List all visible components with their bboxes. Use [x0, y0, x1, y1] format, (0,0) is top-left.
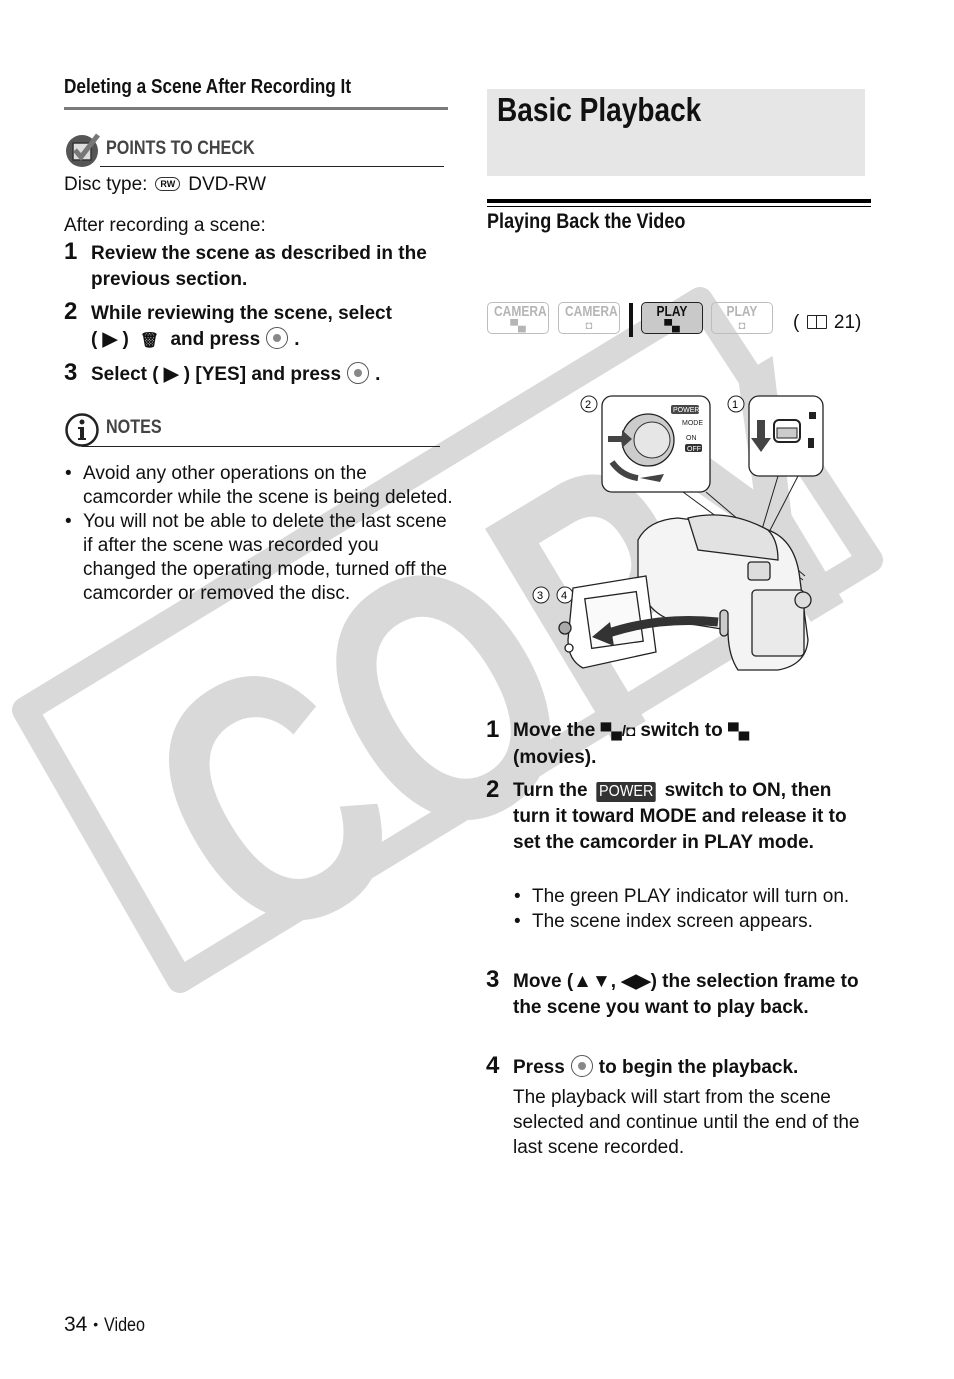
step-number: 2 — [64, 298, 78, 325]
mode-label: CAMERA — [565, 303, 618, 320]
photo-icon: ◘ — [585, 320, 593, 332]
step-text-part: Select ( ▶ ) [YES] and press — [91, 364, 342, 385]
callout-2: 2 — [585, 399, 591, 411]
off-label-text: OFF — [687, 446, 701, 453]
joystick-button-icon — [570, 1055, 593, 1077]
subsection-heading: Playing Back the Video — [487, 210, 686, 233]
trash-icon: 🗑 — [140, 332, 160, 349]
step-text: Select ( ▶ ) [YES] and press. — [91, 362, 451, 388]
step-note: The green PLAY indicator will turn on. — [513, 884, 873, 909]
mode-camera-movie: CAMERA ▀▄ — [487, 302, 549, 334]
period: . — [375, 364, 381, 385]
step-text-part: switch to — [640, 720, 723, 741]
callout-3: 3 — [537, 590, 543, 602]
page-number: 34 — [64, 1313, 88, 1336]
movie-icon: ▀▄ — [664, 320, 680, 332]
step-number: 1 — [486, 716, 500, 743]
checkbox-check-icon — [66, 133, 100, 167]
step-text-part: Turn the — [513, 780, 588, 801]
title-rule-thin — [487, 206, 871, 207]
mode-indicators: CAMERA ▀▄ CAMERA ◘ PLAY ▀▄ PLAY ◘ ( 21) — [487, 302, 867, 338]
movie-icon: ▀▄ — [510, 320, 526, 332]
step-number: 4 — [486, 1052, 500, 1079]
right-arrow-symbol: ( ▶ ) — [91, 329, 129, 350]
step-text: Review the scene as described in the pre… — [91, 243, 427, 290]
step-text: While reviewing the scene, select ( ▶ ) … — [91, 301, 451, 354]
heading-rule — [64, 107, 448, 110]
movie-icon: ▀▄ — [728, 723, 750, 740]
step-text-part: Press — [513, 1057, 565, 1078]
joystick-button-icon — [266, 327, 289, 349]
step-number: 3 — [486, 966, 500, 993]
camcorder-illustration: POWER POWER MODE ON OFF 2 1 3 4 — [532, 395, 824, 671]
step-note: The scene index screen appears. — [513, 909, 873, 934]
power-switch-label: POWER — [596, 782, 657, 802]
book-icon — [806, 315, 827, 329]
info-icon — [65, 413, 99, 447]
points-to-check-header: POINTS TO CHECK — [64, 132, 444, 167]
notes-header: NOTES — [64, 412, 444, 448]
page-number-ref: 21 — [833, 312, 856, 333]
page-footer: 34 • Video — [64, 1313, 152, 1337]
period: . — [294, 329, 300, 350]
footer-separator: • — [93, 1316, 99, 1332]
notes-list: Avoid any other operations on the camcor… — [64, 462, 454, 606]
step-number: 3 — [64, 359, 78, 386]
mode-camera-photo: CAMERA ◘ — [558, 302, 620, 334]
photo-icon: ◘ — [738, 320, 746, 332]
mode-label: PLAY — [656, 303, 688, 320]
page-title: Basic Playback — [497, 91, 702, 128]
mode-label: CAMERA — [494, 303, 547, 320]
disc-type-line: Disc type: RW DVD-RW — [64, 173, 266, 197]
footer-section: Video — [103, 1315, 145, 1336]
callout-4: 4 — [561, 590, 567, 602]
step-number: 2 — [486, 776, 500, 803]
step-text-part: and press — [170, 329, 261, 350]
step-text-part: to begin the playback. — [598, 1057, 799, 1078]
mode-play-photo: PLAY ◘ — [711, 302, 773, 334]
on-label-text: ON — [686, 435, 697, 442]
notes-rule — [82, 446, 440, 447]
paren: ( — [793, 312, 800, 333]
joystick-button-icon — [347, 362, 370, 384]
step-text: Turn the POWER switch to ON, then turn i… — [513, 778, 873, 856]
step-text-part: While reviewing the scene, select — [91, 303, 392, 324]
step2-notes: The green PLAY indicator will turn on. T… — [513, 884, 873, 934]
paren: ) — [855, 312, 862, 333]
step-detail: The playback will start from the scene s… — [513, 1087, 860, 1158]
points-rule — [100, 166, 444, 167]
rw-disc-icon: RW — [155, 177, 181, 191]
step-text: Move (▲▼, ◀▶) the selection frame to the… — [513, 971, 859, 1018]
section-heading: Deleting a Scene After Recording It — [64, 76, 352, 98]
intro-text: After recording a scene: — [64, 215, 266, 236]
camcorder-body — [558, 514, 812, 671]
disc-type-label: Disc type: — [64, 174, 148, 195]
disc-type-value: DVD-RW — [188, 174, 267, 195]
note-item: Avoid any other operations on the camcor… — [64, 462, 454, 510]
mode-label: PLAY — [726, 303, 758, 320]
power-tag-text: POWER — [673, 407, 699, 414]
note-item: You will not be able to delete the last … — [64, 510, 454, 606]
title-rule-thick — [487, 199, 871, 203]
points-to-check-label: POINTS TO CHECK — [106, 138, 255, 159]
step-text: Press to begin the playback. — [513, 1055, 873, 1081]
mode-play-movie: PLAY ▀▄ — [641, 302, 703, 334]
page-reference: ( 21) — [793, 312, 861, 334]
movie-photo-switch-icon: ▀▄/◘ — [600, 723, 636, 740]
mode-label-text: MODE — [682, 420, 703, 427]
notes-label: NOTES — [106, 417, 162, 438]
mode-separator — [629, 303, 633, 337]
page-title-box: Basic Playback — [487, 89, 865, 176]
callout-1: 1 — [732, 399, 738, 411]
step-text-part: (movies). — [513, 747, 597, 768]
step-text-part: Move the — [513, 720, 596, 741]
step-number: 1 — [64, 238, 78, 265]
step-text: Move the ▀▄/◘ switch to ▀▄ (movies). — [513, 718, 873, 771]
